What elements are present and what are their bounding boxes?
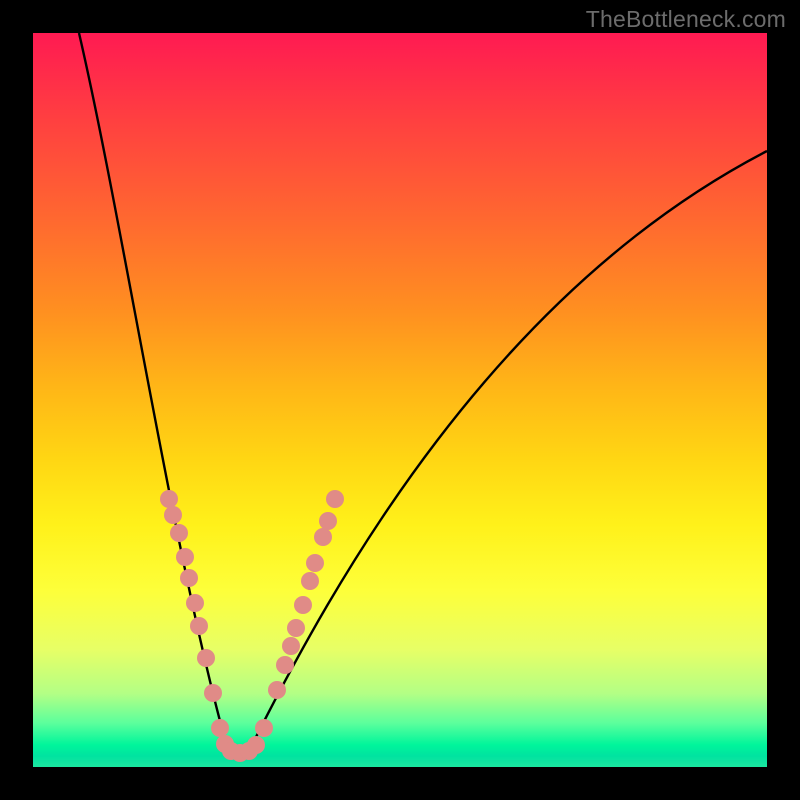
- highlight-dot: [190, 617, 208, 635]
- highlight-dot: [170, 524, 188, 542]
- highlight-dot: [268, 681, 286, 699]
- highlight-dot: [176, 548, 194, 566]
- plot-area: [33, 33, 767, 767]
- highlight-dot: [294, 596, 312, 614]
- highlight-dot: [306, 554, 324, 572]
- highlight-dot: [282, 637, 300, 655]
- highlight-dot: [180, 569, 198, 587]
- highlight-dot: [211, 719, 229, 737]
- highlight-dot: [301, 572, 319, 590]
- highlight-dot: [319, 512, 337, 530]
- highlight-dot: [160, 490, 178, 508]
- highlight-dot: [197, 649, 215, 667]
- highlight-dot: [247, 736, 265, 754]
- highlight-dot: [186, 594, 204, 612]
- highlight-dot: [255, 719, 273, 737]
- highlight-dot: [326, 490, 344, 508]
- chart-frame: TheBottleneck.com: [0, 0, 800, 800]
- highlight-dot: [164, 506, 182, 524]
- highlight-dot: [276, 656, 294, 674]
- watermark-text: TheBottleneck.com: [586, 6, 786, 33]
- bottleneck-curve: [33, 33, 767, 767]
- highlight-dot: [204, 684, 222, 702]
- highlight-dot: [314, 528, 332, 546]
- highlight-dot: [287, 619, 305, 637]
